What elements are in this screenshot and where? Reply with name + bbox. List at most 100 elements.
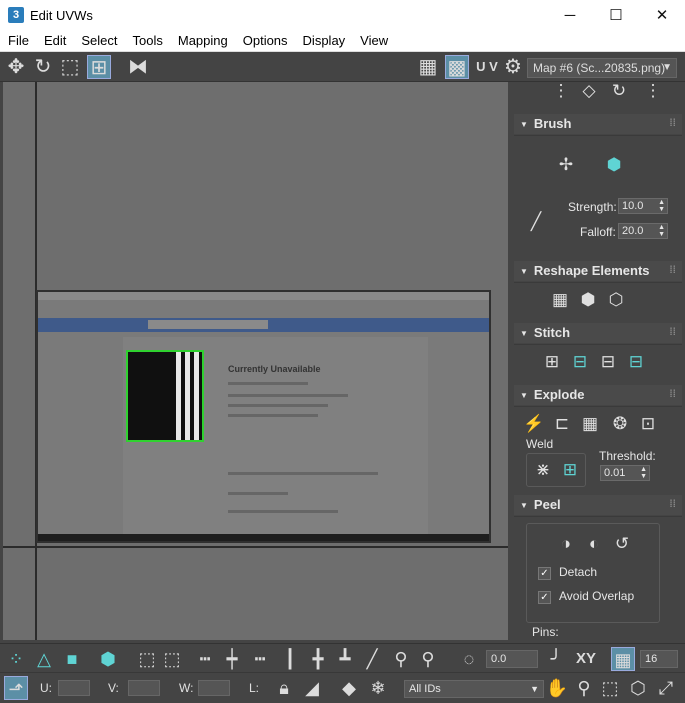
loop-shrink-icon[interactable]: ┅ (248, 647, 272, 671)
align-icon[interactable]: ⋮ (639, 82, 667, 104)
reshape-rollout-header[interactable]: ▼ Reshape Elements ⁞⁞ (514, 261, 682, 281)
curve-icon[interactable]: ╯ (544, 647, 568, 671)
scale-icon[interactable]: ⬚ (58, 55, 82, 79)
loop-icon[interactable]: ┅ (193, 647, 217, 671)
stitch-to-target-icon[interactable]: ⊟ (622, 349, 650, 375)
xy-toggle[interactable]: XY (572, 647, 600, 671)
explode-rollout-header[interactable]: ▼ Explode ⁞⁞ (514, 385, 682, 405)
weld-selected-icon[interactable]: ⋇ (529, 457, 557, 483)
close-button[interactable]: ✕ (639, 0, 685, 30)
uv-axis-toggle[interactable]: U V (474, 55, 500, 79)
threshold-label: Threshold: (599, 449, 656, 463)
stitch-average-icon[interactable]: ⊟ (594, 349, 622, 375)
id-filter-dropdown[interactable]: All IDs ▼ (404, 680, 544, 698)
show-map-icon[interactable]: ▩ (445, 55, 469, 79)
menu-tools[interactable]: Tools (125, 30, 170, 52)
uv-selected-island[interactable] (126, 350, 204, 442)
face-mode-icon[interactable]: ■ (60, 647, 84, 671)
strength-spinner[interactable]: 10.0 ▲ ▼ (618, 198, 668, 214)
reset-peel-icon[interactable]: ↺ (608, 531, 636, 557)
break-icon[interactable]: ⚡ (520, 411, 548, 437)
menu-options[interactable]: Options (235, 30, 295, 52)
detach-checkbox[interactable]: ✓ (538, 567, 551, 580)
u-field[interactable] (58, 680, 90, 696)
falloff-spinner[interactable]: 20.0 ▲ ▼ (618, 223, 668, 239)
detach-edge-icon[interactable]: ⊏ (548, 411, 576, 437)
weld-all-icon[interactable]: ⊞ (556, 457, 584, 483)
menu-display[interactable]: Display (295, 30, 353, 52)
grid-snap-icon[interactable]: ▦ (611, 647, 635, 671)
snap-icon[interactable]: ⋮ (547, 82, 575, 104)
explode-polys-icon[interactable]: ❂ (606, 411, 634, 437)
mirror-icon[interactable]: ⧓ (126, 55, 150, 79)
minimize-button[interactable]: ─ (547, 0, 593, 30)
ring-shrink-icon[interactable]: ┻ (333, 647, 357, 671)
stitch-custom-icon[interactable]: ⊞ (538, 349, 566, 375)
weld-label: Weld (526, 437, 554, 451)
paint-brush-icon[interactable]: ✢ (552, 152, 580, 178)
paint-enlarge-icon[interactable]: ⚲ (389, 647, 413, 671)
ring-grow-icon[interactable]: ╋ (306, 647, 330, 671)
stitch-rollout-header[interactable]: ▼ Stitch ⁞⁞ (514, 323, 682, 343)
w-field[interactable] (198, 680, 230, 696)
zoom-selected-icon[interactable]: ⤢ (654, 676, 678, 700)
menu-mapping[interactable]: Mapping (170, 30, 235, 52)
shrink-selection-icon[interactable]: ⬚ (160, 647, 184, 671)
loop-grow-icon[interactable]: ┿ (220, 647, 244, 671)
zoom-extents-icon[interactable]: ⬡ (626, 676, 650, 700)
brush-rollout-header[interactable]: ▼ Brush ⁞⁞ (514, 114, 682, 134)
grip-icon: ⁞⁞ (669, 499, 676, 510)
uv-editor-viewport[interactable]: Currently Unavailable (3, 82, 508, 640)
ring-icon[interactable]: ┃ (278, 647, 302, 671)
straighten-icon[interactable]: ▦ (546, 287, 574, 313)
snowflake-icon[interactable]: ❄ (366, 676, 390, 700)
zoom-icon[interactable]: ⚲ (572, 676, 596, 700)
menu-view[interactable]: View (352, 30, 395, 52)
relax-shape-icon[interactable]: ⬢ (574, 287, 602, 313)
freeform-mode-icon[interactable]: ⊞ (87, 55, 111, 79)
edge-mode-icon[interactable]: △ (32, 647, 56, 671)
brush-line-icon[interactable]: ╱ (522, 209, 550, 235)
checker-pattern-icon[interactable]: ▦ (416, 55, 440, 79)
lock-icon[interactable]: 🔒︎ (272, 676, 296, 700)
explode-faces-icon[interactable]: ▦ (576, 411, 604, 437)
spinner-arrows-icon: ▲ ▼ (658, 199, 665, 213)
settings-icon[interactable]: ⚙ (501, 55, 525, 79)
menu-select[interactable]: Select (73, 30, 124, 52)
grow-selection-icon[interactable]: ⬚ (135, 647, 159, 671)
peel-rollout-header[interactable]: ▼ Peel ⁞⁞ (514, 495, 682, 515)
grid-size-spinner[interactable]: 16 (640, 650, 678, 668)
hide-icon[interactable]: ◢ (300, 676, 324, 700)
soft-selection-icon[interactable]: ◌ (457, 647, 481, 671)
collapse-arrow-icon: ▼ (520, 501, 528, 510)
move-icon[interactable]: ✥ (4, 55, 28, 79)
grid-icon[interactable]: ◇ (575, 82, 603, 104)
angle-spinner[interactable]: 0.0 (486, 650, 538, 668)
threshold-spinner[interactable]: 0.01 ▲ ▼ (600, 465, 650, 481)
absolute-mode-icon[interactable]: ⬏ (4, 676, 28, 700)
paint-select-icon[interactable]: ╱ (360, 647, 384, 671)
stitch-to-source-icon[interactable]: ⊟ (566, 349, 594, 375)
zoom-region-icon[interactable]: ⬚ (598, 676, 622, 700)
rotate-add-icon[interactable]: ↻ (605, 82, 633, 104)
vertex-mode-icon[interactable]: ⁘ (4, 647, 28, 671)
menu-file[interactable]: File (0, 30, 36, 52)
quick-peel-icon[interactable]: ◑ (552, 531, 580, 557)
pan-icon[interactable]: ✋ (545, 676, 569, 700)
element-mode-icon[interactable]: ⬢ (96, 647, 120, 671)
peel-mode-icon[interactable]: ◐ (580, 531, 608, 557)
v-field[interactable] (128, 680, 160, 696)
freeze-icon[interactable]: ◆ (337, 676, 361, 700)
relax-brush-icon[interactable]: ⬢ (600, 152, 628, 178)
flatten-icon[interactable]: ⊡ (634, 411, 662, 437)
avoid-overlap-checkbox[interactable]: ✓ (538, 591, 551, 604)
maximize-button[interactable]: ☐ (593, 0, 639, 30)
text-line (228, 404, 328, 407)
menu-edit[interactable]: Edit (36, 30, 73, 52)
grip-icon: ⁞⁞ (669, 389, 676, 400)
rotate-icon[interactable]: ↻ (31, 55, 55, 79)
paint-reduce-icon[interactable]: ⚲ (416, 647, 440, 671)
uv-edge (185, 352, 190, 440)
relax-element-icon[interactable]: ⬡ (602, 287, 630, 313)
texture-map-dropdown[interactable]: Map #6 (Sc...20835.png) ▼ (527, 58, 677, 78)
